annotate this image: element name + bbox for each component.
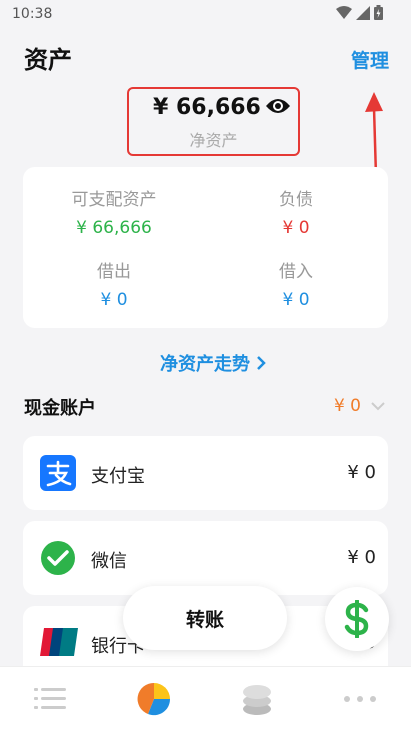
account-balance: ¥ 0: [347, 547, 376, 568]
networth-label: 净资产: [189, 131, 238, 150]
bottom-nav: [0, 666, 411, 731]
wifi-icon: [336, 5, 352, 19]
borrowed-label: 借入: [279, 262, 313, 282]
more-icon: [344, 696, 376, 702]
liability-value: ¥ 0: [282, 218, 310, 238]
trend-link-label: 净资产走势: [160, 354, 250, 375]
lent[interactable]: 借出 ¥ 0: [44, 257, 184, 310]
coins-icon: [243, 685, 271, 715]
cash-section-toggle[interactable]: ¥ 0: [334, 396, 385, 416]
wechat-icon: [41, 541, 75, 575]
summary-card: 可支配资产 ¥ 66,666 负债 ¥ 0 借出 ¥ 0 借入 ¥ 0: [23, 167, 388, 328]
chevron-down-icon: [371, 401, 385, 410]
lent-label: 借出: [97, 262, 131, 282]
nav-more[interactable]: [340, 681, 380, 717]
cash-section-total: ¥ 0: [333, 396, 361, 416]
status-time: 10:38: [12, 6, 53, 22]
borrowed-value: ¥ 0: [282, 290, 310, 310]
account-item-wechat[interactable]: 微信 ¥ 0: [23, 521, 388, 595]
liability[interactable]: 负债 ¥ 0: [226, 185, 366, 238]
borrowed[interactable]: 借入 ¥ 0: [226, 257, 366, 310]
add-money-button[interactable]: [325, 587, 389, 651]
lent-value: ¥ 0: [100, 290, 128, 310]
nav-coins[interactable]: [237, 681, 277, 717]
account-name: 微信: [91, 551, 127, 572]
transfer-button[interactable]: 转账: [123, 586, 287, 650]
signal-icon: [356, 5, 370, 20]
networth-trend-link[interactable]: 净资产走势: [160, 350, 266, 376]
page-title: 资产: [24, 46, 72, 74]
nav-list[interactable]: [30, 681, 70, 717]
networth-box: ¥ 66,666 净资产: [127, 87, 300, 156]
disposable-label: 可支配资产: [71, 190, 157, 210]
nav-assets[interactable]: [134, 681, 174, 717]
account-name: 支付宝: [91, 466, 145, 487]
eye-icon[interactable]: [265, 97, 291, 115]
status-bar: 10:38: [0, 0, 411, 28]
account-balance: ¥ 0: [347, 462, 376, 483]
liability-label: 负债: [279, 190, 313, 210]
cash-section-title: 现金账户: [24, 398, 96, 419]
account-item-alipay[interactable]: 支付宝 ¥ 0: [23, 436, 388, 510]
unionpay-icon: [40, 628, 78, 656]
dollar-icon: [344, 600, 369, 638]
manage-button[interactable]: 管理: [351, 46, 389, 73]
networth-value: ¥ 66,666: [153, 95, 261, 120]
list-icon: [34, 688, 66, 709]
pie-chart-icon: [137, 682, 171, 716]
chevron-right-icon: [257, 356, 266, 370]
status-icons: [336, 5, 383, 20]
disposable-assets[interactable]: 可支配资产 ¥ 66,666: [44, 185, 184, 238]
disposable-value: ¥ 66,666: [76, 218, 152, 238]
battery-icon: [374, 5, 383, 20]
alipay-icon: [40, 455, 76, 491]
